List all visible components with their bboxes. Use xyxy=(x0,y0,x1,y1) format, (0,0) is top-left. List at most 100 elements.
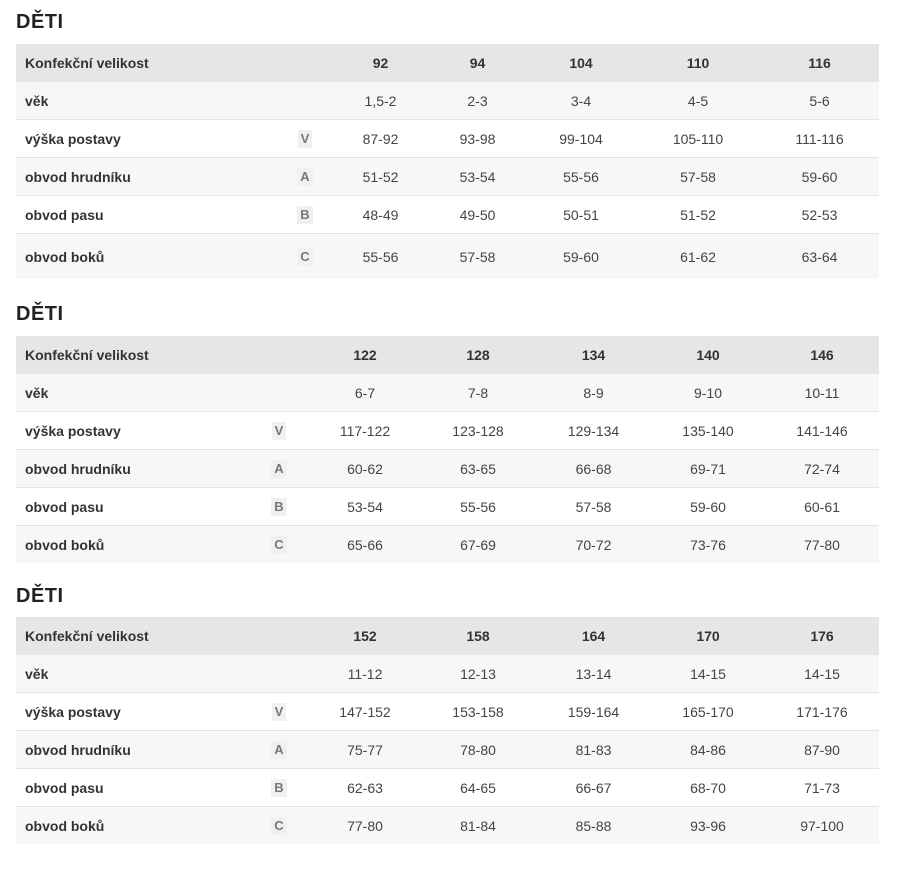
table-cell: 51-52 xyxy=(636,195,760,234)
header-label: Konfekční velikost xyxy=(16,336,248,374)
table-cell: 65-66 xyxy=(310,525,420,563)
table-cell: 84-86 xyxy=(651,730,765,769)
table-cell: 57-58 xyxy=(636,157,760,196)
table-cell: 55-56 xyxy=(420,487,536,526)
table-cell: 59-60 xyxy=(651,487,765,526)
table-cell: 7-8 xyxy=(420,374,536,412)
table-cell: 60-62 xyxy=(310,449,420,488)
table-cell: 75-77 xyxy=(310,730,420,769)
row-label: věk xyxy=(16,82,278,120)
table-row: výška postavy V 147-152 153-158 159-164 … xyxy=(16,692,879,731)
table-cell: 87-90 xyxy=(765,730,879,769)
measure-code-badge: C xyxy=(271,535,287,554)
row-code-cell xyxy=(278,82,332,120)
measure-code-badge: V xyxy=(271,421,287,440)
size-header: 164 xyxy=(536,617,651,655)
measure-code-badge: V xyxy=(297,129,313,148)
table-cell: 13-14 xyxy=(536,655,651,693)
table-cell: 4-5 xyxy=(636,82,760,120)
table-cell: 55-56 xyxy=(526,157,636,196)
size-header: 116 xyxy=(760,44,879,82)
table-cell: 6-7 xyxy=(310,374,420,412)
table-cell: 59-60 xyxy=(760,157,879,196)
table-cell: 63-64 xyxy=(760,233,879,279)
section-title: DĚTI xyxy=(16,585,64,607)
table-cell: 68-70 xyxy=(651,768,765,807)
measure-code-badge: B xyxy=(271,778,287,797)
size-header: 134 xyxy=(536,336,651,374)
row-code-cell: C xyxy=(278,233,332,279)
header-label: Konfekční velikost xyxy=(16,617,248,655)
table-cell: 57-58 xyxy=(429,233,526,279)
table-cell: 81-83 xyxy=(536,730,651,769)
row-code-cell: A xyxy=(248,730,310,769)
size-header: 152 xyxy=(310,617,420,655)
row-label: obvod pasu xyxy=(16,768,248,807)
table-cell: 12-13 xyxy=(420,655,536,693)
table-row: obvod boků C 55-56 57-58 59-60 61-62 63-… xyxy=(16,233,879,279)
measure-code-badge: V xyxy=(271,702,287,721)
table-header-row: Konfekční velikost 92 94 104 110 116 xyxy=(16,44,879,82)
table-cell: 70-72 xyxy=(536,525,651,563)
table-cell: 53-54 xyxy=(429,157,526,196)
table-cell: 2-3 xyxy=(429,82,526,120)
table-cell: 66-67 xyxy=(536,768,651,807)
table-cell: 3-4 xyxy=(526,82,636,120)
table-cell: 99-104 xyxy=(526,119,636,158)
table-cell: 81-84 xyxy=(420,806,536,844)
table-cell: 165-170 xyxy=(651,692,765,731)
table-cell: 93-96 xyxy=(651,806,765,844)
row-label: obvod boků xyxy=(16,806,248,844)
row-code-cell: A xyxy=(278,157,332,196)
table-row: obvod hrudníku A 60-62 63-65 66-68 69-71… xyxy=(16,449,879,488)
table-row: obvod pasu B 48-49 49-50 50-51 51-52 52-… xyxy=(16,195,879,234)
header-label: Konfekční velikost xyxy=(16,44,278,82)
row-code-cell xyxy=(248,374,310,412)
table-cell: 64-65 xyxy=(420,768,536,807)
table-cell: 49-50 xyxy=(429,195,526,234)
measure-code-badge: B xyxy=(271,497,287,516)
table-row: obvod pasu B 53-54 55-56 57-58 59-60 60-… xyxy=(16,487,879,526)
table-cell: 147-152 xyxy=(310,692,420,731)
row-code-cell: V xyxy=(278,119,332,158)
size-header: 158 xyxy=(420,617,536,655)
table-cell: 53-54 xyxy=(310,487,420,526)
table-cell: 85-88 xyxy=(536,806,651,844)
section-title: DĚTI xyxy=(16,303,64,325)
table-cell: 69-71 xyxy=(651,449,765,488)
header-code-cell xyxy=(278,44,332,82)
size-table: Konfekční velikost 152 158 164 170 176 v… xyxy=(16,617,879,844)
table-cell: 93-98 xyxy=(429,119,526,158)
table-row: obvod boků C 65-66 67-69 70-72 73-76 77-… xyxy=(16,525,879,563)
table-row: obvod hrudníku A 51-52 53-54 55-56 57-58… xyxy=(16,157,879,196)
size-header: 122 xyxy=(310,336,420,374)
row-code-cell: B xyxy=(278,195,332,234)
row-code-cell: V xyxy=(248,411,310,450)
table-cell: 66-68 xyxy=(536,449,651,488)
table-cell: 1,5-2 xyxy=(332,82,429,120)
row-code-cell xyxy=(248,655,310,693)
measure-code-badge: A xyxy=(271,459,287,478)
row-code-cell: C xyxy=(248,525,310,563)
size-header: 94 xyxy=(429,44,526,82)
table-cell: 50-51 xyxy=(526,195,636,234)
size-header: 110 xyxy=(636,44,760,82)
table-cell: 117-122 xyxy=(310,411,420,450)
row-label: obvod hrudníku xyxy=(16,449,248,488)
header-code-cell xyxy=(248,336,310,374)
row-label: obvod boků xyxy=(16,525,248,563)
row-label: věk xyxy=(16,374,248,412)
table-cell: 72-74 xyxy=(765,449,879,488)
table-row: obvod boků C 77-80 81-84 85-88 93-96 97-… xyxy=(16,806,879,844)
table-cell: 159-164 xyxy=(536,692,651,731)
table-row: obvod hrudníku A 75-77 78-80 81-83 84-86… xyxy=(16,730,879,769)
size-header: 176 xyxy=(765,617,879,655)
table-cell: 129-134 xyxy=(536,411,651,450)
size-header: 128 xyxy=(420,336,536,374)
table-cell: 61-62 xyxy=(636,233,760,279)
table-cell: 153-158 xyxy=(420,692,536,731)
table-cell: 71-73 xyxy=(765,768,879,807)
table-cell: 123-128 xyxy=(420,411,536,450)
measure-code-badge: C xyxy=(297,247,313,266)
table-cell: 77-80 xyxy=(310,806,420,844)
